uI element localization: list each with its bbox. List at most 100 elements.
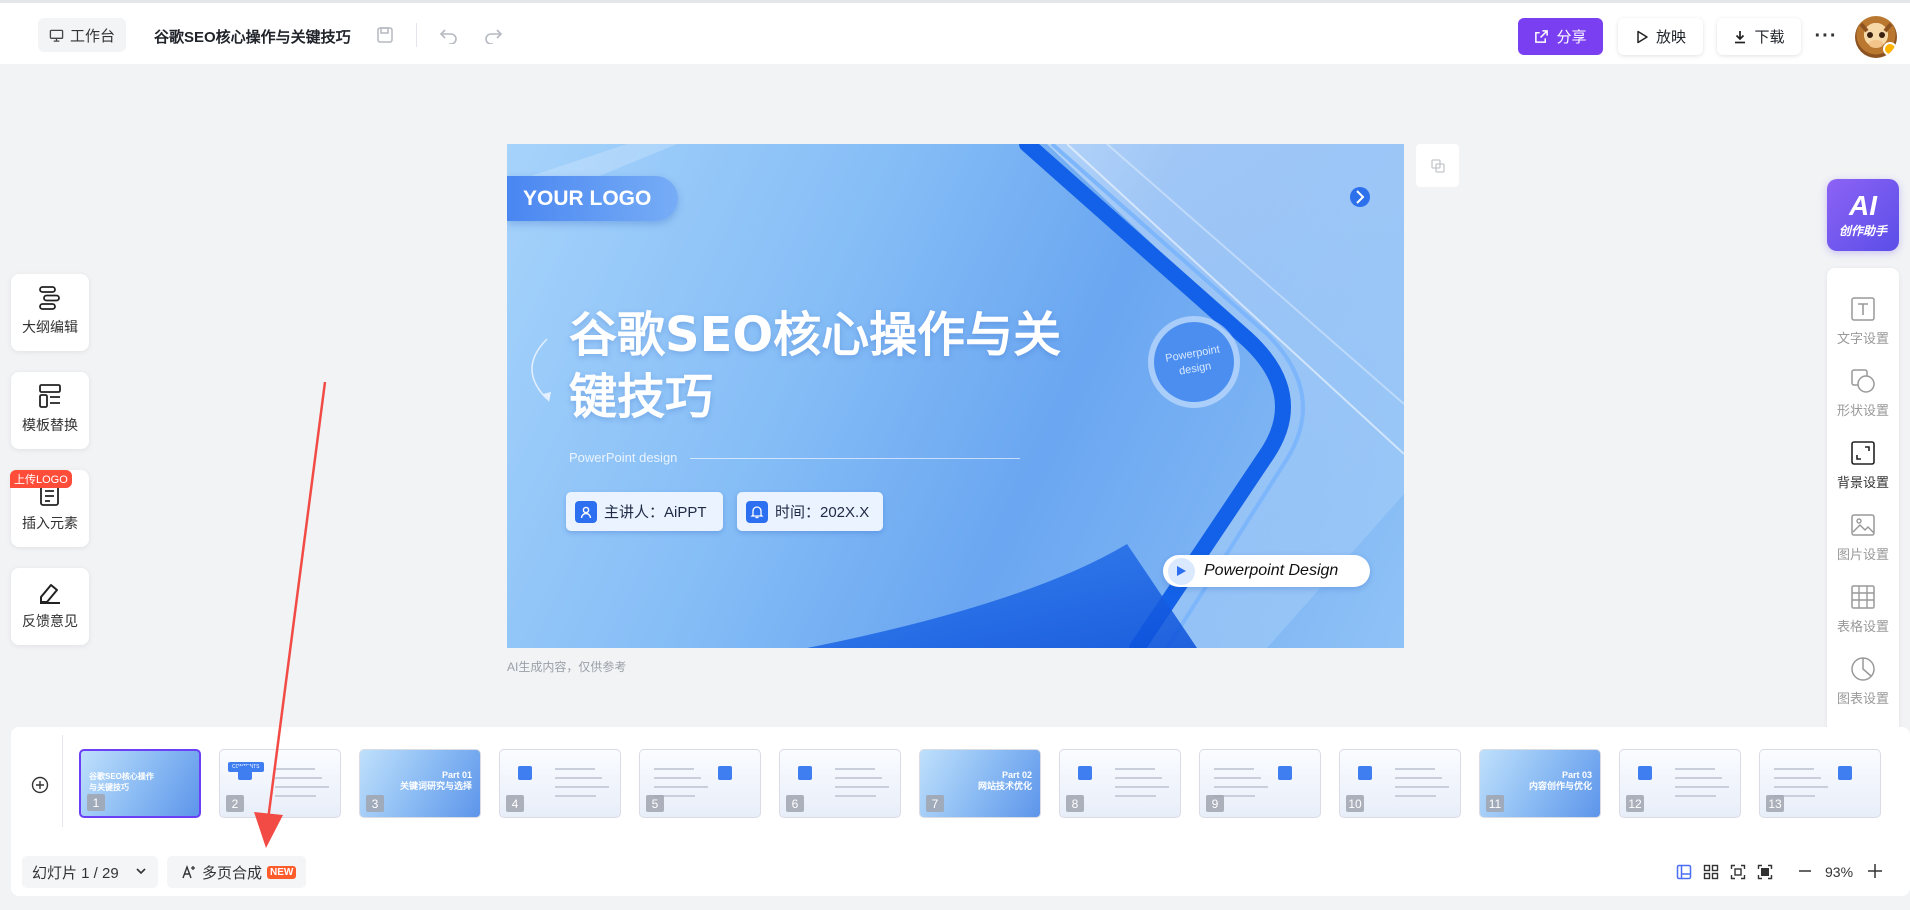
save-icon[interactable] — [373, 23, 397, 47]
thumbnail-number: 13 — [1766, 795, 1784, 812]
thumbnail-block — [238, 766, 252, 780]
thumbnail-text-line — [555, 795, 596, 797]
user-avatar[interactable] — [1855, 16, 1897, 58]
normal-view-icon[interactable] — [1676, 864, 1692, 880]
thumbnail-number: 1 — [87, 794, 105, 811]
background-settings-button[interactable]: 背景设置 — [1827, 440, 1899, 500]
slide-thumbnail[interactable]: 10 — [1339, 749, 1461, 818]
slide-thumbnail[interactable]: 8 — [1059, 749, 1181, 818]
presenter-tag: 主讲人：AiPPT — [566, 492, 723, 531]
more-options-icon[interactable]: ··· — [1812, 24, 1840, 48]
share-button[interactable]: 分享 — [1518, 18, 1603, 55]
thumbnail-text-line — [1774, 786, 1828, 788]
slide-thumbnail[interactable]: 6 — [779, 749, 901, 818]
text-settings-icon — [1851, 297, 1875, 321]
thumbnail-text-line — [275, 768, 315, 770]
shape-settings-button[interactable]: 形状设置 — [1827, 368, 1899, 428]
toolbar-divider — [416, 23, 417, 47]
share-icon — [1535, 30, 1549, 43]
thumbnail-number: 9 — [1206, 795, 1224, 812]
slide-design-pill: Powerpoint Design — [1163, 555, 1370, 587]
thumbnail-number: 4 — [506, 795, 524, 812]
zoom-out-icon[interactable] — [1796, 862, 1814, 880]
thumbnail-number: 11 — [1486, 795, 1504, 812]
redo-icon[interactable] — [481, 23, 505, 47]
thumbnail-part: Part 02 — [1001, 770, 1032, 780]
slide-thumbnail[interactable]: 4 — [499, 749, 621, 818]
thumbnail-block — [1638, 766, 1652, 780]
download-button[interactable]: 下载 — [1717, 18, 1801, 55]
thumbnail-block — [718, 766, 732, 780]
template-replace-button[interactable]: 模板替换 — [11, 372, 89, 449]
thumbnail-text-line — [1115, 768, 1155, 770]
monitor-icon — [49, 29, 64, 42]
workspace-button[interactable]: 工作台 — [38, 18, 127, 52]
background-settings-icon — [1851, 441, 1875, 465]
play-button[interactable]: 放映 — [1618, 18, 1703, 55]
slide-canvas[interactable]: YOUR LOGO 谷歌SEO核心操作与关 键技巧 PowerPoint des… — [507, 144, 1404, 648]
table-settings-button[interactable]: 表格设置 — [1827, 584, 1899, 644]
slide-thumbnail[interactable]: Part 02 网站技术优化 7 — [919, 749, 1041, 818]
thumbnail-number: 10 — [1346, 795, 1364, 812]
thumbnail-text-line — [835, 777, 882, 779]
thumbnail-text-line — [1395, 777, 1442, 779]
play-circle-icon — [1168, 557, 1195, 585]
thumbnail-block — [1278, 766, 1292, 780]
slide-thumbnail[interactable]: 9 — [1199, 749, 1321, 818]
thumbnail-text-line — [1214, 777, 1261, 779]
slide-logo-badge: YOUR LOGO — [507, 176, 678, 221]
feedback-icon — [40, 584, 60, 604]
thumbnail-text-line — [1395, 786, 1449, 788]
thumbnail-text-line — [654, 786, 708, 788]
fit-screen-icon[interactable] — [1730, 864, 1746, 880]
slide-counter-dropdown[interactable]: 幻灯片 1 / 29 — [22, 856, 158, 888]
person-icon — [575, 500, 597, 523]
zoom-level: 93% — [1825, 864, 1854, 880]
thumbnail-text-line — [1214, 786, 1268, 788]
slide-thumbnail[interactable]: 12 — [1619, 749, 1741, 818]
thumbnail-number: 2 — [226, 795, 244, 812]
slide-thumbnail[interactable]: 13 — [1759, 749, 1881, 818]
thumbnail-part: Part 01 — [441, 770, 472, 780]
table-settings-icon — [1851, 585, 1875, 609]
thumbnail-title: 谷歌SEO核心操作与关键技巧 — [89, 772, 154, 792]
fullscreen-icon[interactable] — [1757, 864, 1773, 880]
image-settings-button[interactable]: 图片设置 — [1827, 512, 1899, 572]
feedback-button[interactable]: 反馈意见 — [11, 568, 89, 645]
chart-settings-button[interactable]: 图表设置 — [1827, 656, 1899, 716]
slide-thumbnail[interactable]: 5 — [639, 749, 761, 818]
thumbnail-text-line — [1774, 777, 1821, 779]
document-title[interactable]: 谷歌SEO核心操作与关键技巧 — [154, 26, 351, 47]
slide-subtitle: PowerPoint design — [569, 450, 678, 465]
copy-slide-icon[interactable] — [1416, 144, 1459, 187]
thumbnail-title: 网站技术优化 — [977, 781, 1032, 791]
text-settings-button[interactable]: 文字设置 — [1827, 296, 1899, 356]
slide-thumbnail[interactable]: CONTENTS2 — [219, 749, 341, 818]
thumbnail-text-line — [555, 768, 595, 770]
slide-thumbnail[interactable]: Part 01 关键词研究与选择 3 — [359, 749, 481, 818]
grid-view-icon[interactable] — [1703, 864, 1719, 880]
slide-thumbnail[interactable]: Part 03 内容创作与优化 11 — [1479, 749, 1601, 818]
add-slide-icon[interactable] — [31, 776, 49, 794]
slide-title: 谷歌SEO核心操作与关 键技巧 — [569, 307, 1062, 425]
slide-thumbnail[interactable]: 谷歌SEO核心操作与关键技巧 1 — [79, 749, 201, 818]
insert-element-button[interactable]: 上传LOGO 插入元素 — [10, 470, 89, 547]
thumbnail-block — [518, 766, 532, 780]
zoom-in-icon[interactable] — [1866, 862, 1884, 880]
thumbnail-text-line — [275, 786, 329, 788]
thumbnail-text-line — [1675, 777, 1722, 779]
thumbnail-text-line — [654, 777, 701, 779]
thumbnail-text-line — [1675, 786, 1729, 788]
time-tag: 时间：202X.X — [737, 492, 883, 531]
settings-panel: 文字设置 形状设置 背景设置 图片设置 表格设置 图表设置 — [1827, 268, 1899, 738]
bell-icon — [746, 500, 768, 523]
outline-edit-button[interactable]: 大纲编辑 — [11, 274, 89, 351]
undo-icon[interactable] — [437, 23, 461, 47]
multi-page-compose-button[interactable]: 多页合成 NEW — [167, 856, 306, 888]
workspace-label: 工作台 — [70, 27, 116, 45]
ai-assistant-button[interactable]: AI 创作助手 — [1827, 179, 1899, 251]
thumbnail-text-line — [1774, 768, 1814, 770]
thumbnail-title: 关键词研究与选择 — [399, 781, 472, 791]
play-icon — [1637, 30, 1648, 43]
thumbnail-number: 7 — [926, 795, 944, 812]
